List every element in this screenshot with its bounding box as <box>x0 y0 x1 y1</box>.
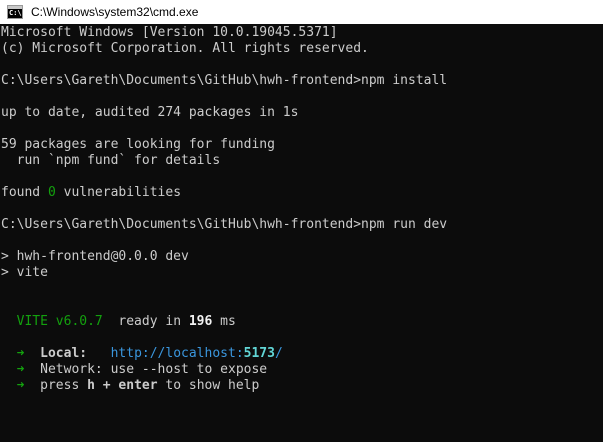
local-url-slash: / <box>274 346 283 361</box>
network-label: Network: <box>40 362 103 377</box>
help-suffix: to show help <box>157 378 260 393</box>
console-line: > vite <box>1 265 48 280</box>
console-line: Microsoft Windows [Version 10.0.19045.53… <box>1 25 338 40</box>
local-url-base: http://localhost: <box>110 346 244 361</box>
ready-unit: ms <box>212 314 236 329</box>
console-text: found <box>1 185 48 200</box>
help-key: h + enter <box>87 378 158 393</box>
console-line-vulnerabilities: found 0 vulnerabilities <box>1 185 181 201</box>
vite-help-line: ➜ press h + enter to show help <box>1 378 260 394</box>
window-title: C:\Windows\system32\cmd.exe <box>31 5 199 19</box>
vite-ready-line: VITE v6.0.7 ready in 196 ms <box>1 314 236 330</box>
cmd-window: C:\ C:\Windows\system32\cmd.exe Microsof… <box>0 0 603 442</box>
network-text: use --host to expose <box>110 362 268 377</box>
vulnerability-count: 0 <box>47 185 56 200</box>
local-label: Local: <box>40 346 88 361</box>
title-bar[interactable]: C:\ C:\Windows\system32\cmd.exe <box>0 0 603 24</box>
console-line: run `npm fund` for details <box>1 153 221 168</box>
vite-version: VITE v6.0.7 <box>16 314 103 329</box>
ready-text: ready in <box>118 314 189 329</box>
console-output[interactable]: Microsoft Windows [Version 10.0.19045.53… <box>0 24 603 442</box>
console-line: C:\Users\Gareth\Documents\GitHub\hwh-fro… <box>1 217 448 232</box>
console-line: C:\Users\Gareth\Documents\GitHub\hwh-fro… <box>1 73 448 88</box>
ready-ms: 196 <box>188 314 213 329</box>
console-line: (c) Microsoft Corporation. All rights re… <box>1 41 369 56</box>
cmd-icon: C:\ <box>7 5 23 19</box>
vite-network-line: ➜ Network: use --host to expose <box>1 362 267 378</box>
console-line: up to date, audited 274 packages in 1s <box>1 105 299 120</box>
console-line: 59 packages are looking for funding <box>1 137 275 152</box>
console-line: > hwh-frontend@0.0.0 dev <box>1 249 189 264</box>
console-text: vulnerabilities <box>55 185 182 200</box>
local-url[interactable]: http://localhost:5173/ <box>111 346 283 361</box>
help-prefix: press <box>40 378 88 393</box>
vite-local-line: ➜ Local: http://localhost:5173/ <box>1 346 283 362</box>
local-url-port: 5173 <box>243 346 275 361</box>
